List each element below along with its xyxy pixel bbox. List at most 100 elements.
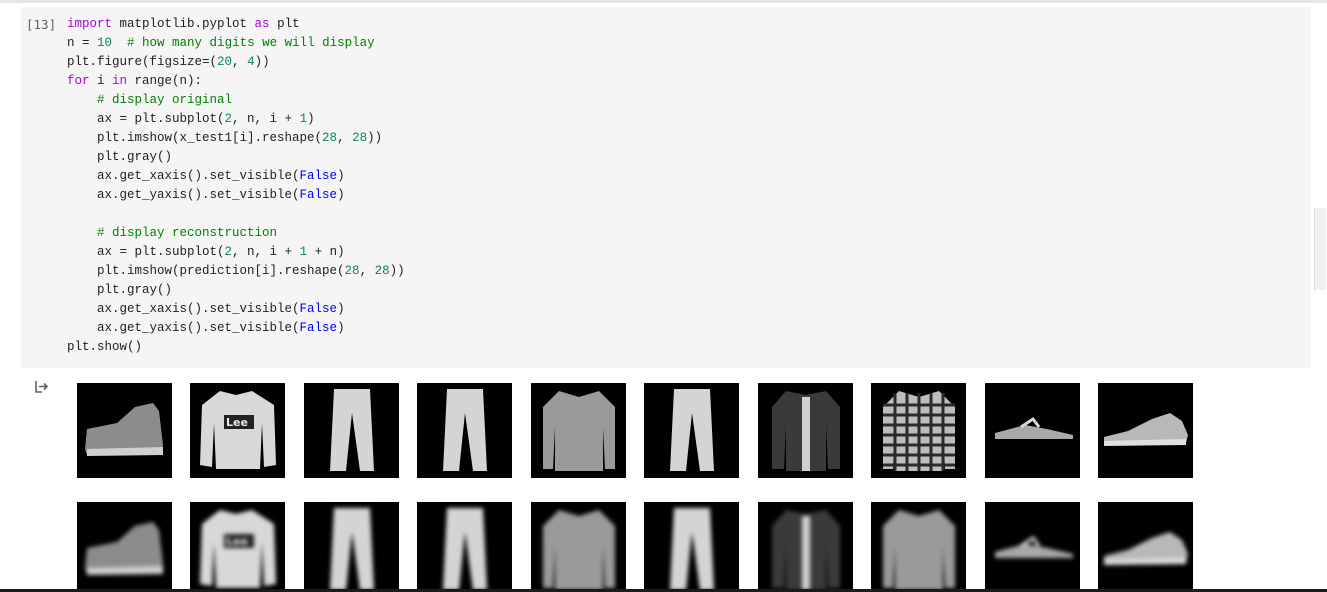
svg-text:Lee: Lee — [226, 535, 248, 548]
code-line: ax.get_xaxis().set_visible(False) — [67, 167, 405, 186]
code-token: 28 — [344, 264, 360, 278]
code-token: , n, i + — [232, 112, 300, 126]
original-image-shirt — [871, 383, 966, 478]
top-border — [0, 0, 1327, 3]
reconstruction-image-trouser — [417, 502, 512, 592]
code-token: i — [89, 74, 113, 88]
code-token: , — [232, 55, 248, 69]
code-token: ) — [307, 112, 315, 126]
output-arrow-icon — [35, 381, 49, 393]
code-line: import matplotlib.pyplot as plt — [67, 15, 405, 34]
code-line: ax.get_xaxis().set_visible(False) — [67, 300, 405, 319]
code-line: ax.get_yaxis().set_visible(False) — [67, 319, 405, 338]
execution-count: [13] — [26, 17, 57, 32]
reconstruction-image-shirt — [531, 502, 626, 592]
code-token: ax.get_xaxis().set_visible( — [67, 169, 300, 183]
code-token: as — [254, 17, 270, 31]
reconstruction-image-pullover: Lee — [190, 502, 285, 592]
original-image-sneaker — [1098, 383, 1193, 478]
code-token: , n, i + — [232, 245, 300, 259]
svg-text:Lee: Lee — [226, 416, 248, 429]
code-token: False — [299, 302, 338, 316]
code-token: 1 — [299, 112, 308, 126]
code-token: False — [299, 169, 338, 183]
code-token: # display reconstruction — [97, 226, 278, 240]
code-token: 1 — [299, 245, 308, 259]
code-token: ax.get_xaxis().set_visible( — [67, 302, 300, 316]
original-image-sandal — [985, 383, 1080, 478]
code-token: plt.imshow(x_test1[i].reshape( — [67, 131, 323, 145]
code-token: in — [112, 74, 128, 88]
code-line: n = 10 # how many digits we will display — [67, 34, 405, 53]
code-token: ax = plt.subplot( — [67, 245, 225, 259]
code-line: for i in range(n): — [67, 72, 405, 91]
code-token: n = — [67, 36, 98, 50]
code-token: , — [337, 131, 353, 145]
code-token: range(n): — [127, 74, 203, 88]
code-token: 28 — [352, 131, 368, 145]
reconstruction-image-trouser — [644, 502, 739, 592]
code-line: plt.gray() — [67, 281, 405, 300]
code-token: import — [67, 17, 113, 31]
code-token: False — [299, 188, 338, 202]
reconstruction-image-shirt — [871, 502, 966, 592]
reconstruction-image-coat — [758, 502, 853, 592]
code-line: ax = plt.subplot(2, n, i + 1 + n) — [67, 243, 405, 262]
code-token: ax.get_yaxis().set_visible( — [67, 321, 300, 335]
code-token: False — [299, 321, 338, 335]
code-token: plt.figure(figsize=( — [67, 55, 218, 69]
reconstruction-image-sneaker — [1098, 502, 1193, 592]
code-line: ax = plt.subplot(2, n, i + 1) — [67, 110, 405, 129]
reconstruction-image-trouser — [304, 502, 399, 592]
original-image-pullover: Lee — [190, 383, 285, 478]
code-token: ax = plt.subplot( — [67, 112, 225, 126]
code-token: )) — [254, 55, 270, 69]
code-token: 28 — [322, 131, 338, 145]
code-token: 20 — [217, 55, 233, 69]
code-token: matplotlib.pyplot — [112, 17, 255, 31]
scrollbar-thumb[interactable] — [1314, 208, 1326, 290]
code-token: )) — [367, 131, 383, 145]
code-token: plt.gray() — [67, 150, 173, 164]
code-token: 4 — [247, 55, 255, 69]
code-line: plt.figure(figsize=(20, 4)) — [67, 53, 405, 72]
code-line: # display original — [67, 91, 405, 110]
original-image-ankle-boot — [77, 383, 172, 478]
code-token: ) — [337, 188, 345, 202]
code-token: ax.get_yaxis().set_visible( — [67, 188, 300, 202]
code-token: , — [359, 264, 375, 278]
code-editor[interactable]: import matplotlib.pyplot as plt n = 10 # … — [67, 15, 405, 357]
code-token: )) — [389, 264, 405, 278]
reconstruction-image-sandal — [985, 502, 1080, 592]
code-token: 2 — [224, 112, 233, 126]
original-image-coat — [758, 383, 853, 478]
code-line: plt.imshow(prediction[i].reshape(28, 28)… — [67, 262, 405, 281]
code-token: # how many digits we will display — [127, 36, 375, 50]
code-token: plt — [269, 17, 300, 31]
code-token: plt.imshow(prediction[i].reshape( — [67, 264, 345, 278]
code-token: 28 — [374, 264, 390, 278]
code-cell[interactable]: [13] import matplotlib.pyplot as plt n = … — [21, 7, 1311, 368]
code-line: plt.show() — [67, 338, 405, 357]
code-line: plt.imshow(x_test1[i].reshape(28, 28)) — [67, 129, 405, 148]
original-image-trouser — [644, 383, 739, 478]
code-token: plt.show() — [67, 340, 143, 354]
code-token: + n) — [307, 245, 345, 259]
code-token: # display original — [97, 93, 233, 107]
code-token: ) — [337, 321, 345, 335]
code-token: ) — [337, 302, 345, 316]
code-line: plt.gray() — [67, 148, 405, 167]
code-token: for — [67, 74, 90, 88]
code-token: plt.gray() — [67, 283, 173, 297]
code-line: # display reconstruction — [67, 224, 405, 243]
code-token: ) — [337, 169, 345, 183]
original-image-trouser — [417, 383, 512, 478]
code-line: ax.get_yaxis().set_visible(False) — [67, 186, 405, 205]
code-token: 2 — [224, 245, 233, 259]
code-token: 10 — [97, 36, 113, 50]
original-image-trouser — [304, 383, 399, 478]
